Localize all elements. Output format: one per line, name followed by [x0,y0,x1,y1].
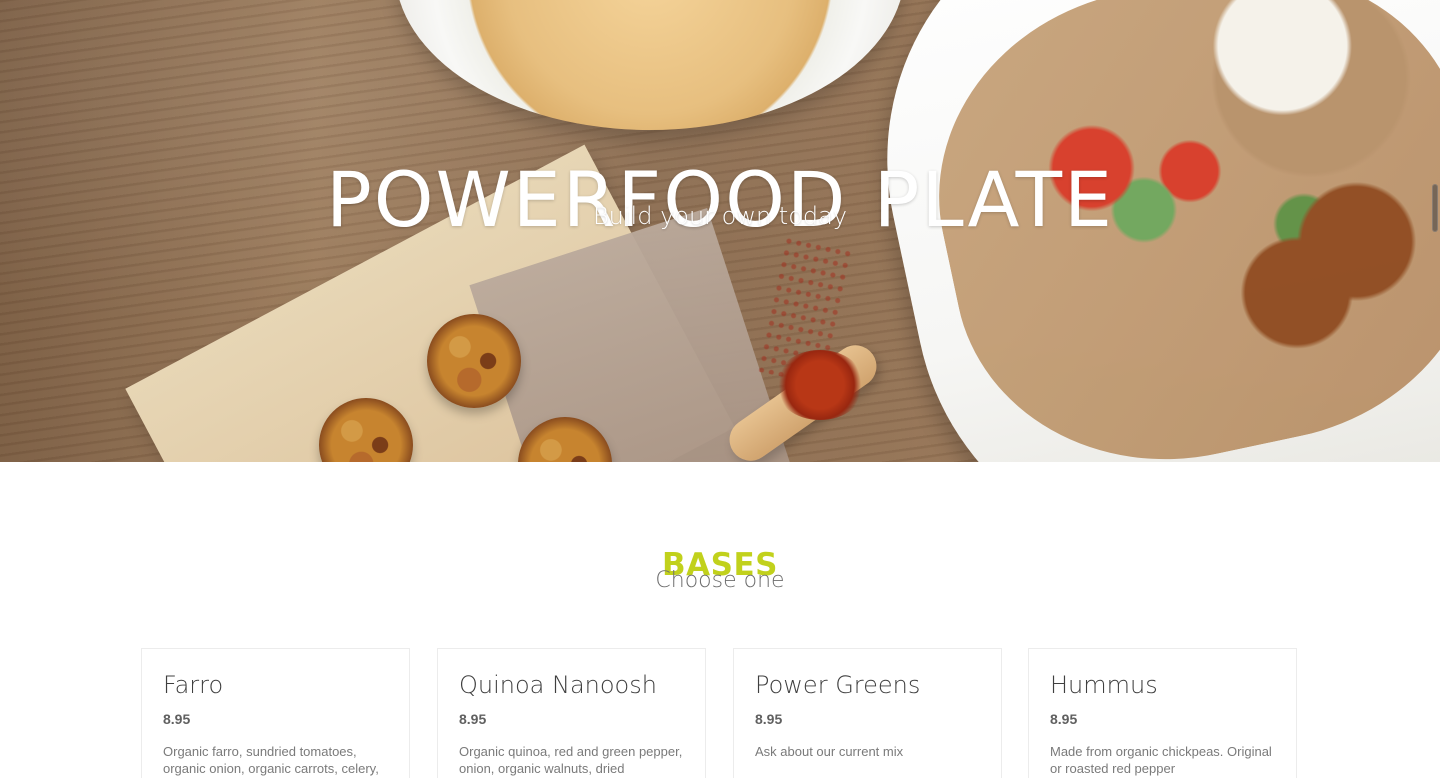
card-price: 8.95 [163,711,191,727]
falafel-image [427,314,521,408]
card-price: 8.95 [459,711,487,727]
hero-banner: POWERFOOD PLATE Build your own today [0,0,1440,462]
scrollbar-thumb-icon[interactable] [1432,184,1438,232]
base-card-power-greens[interactable]: Power Greens 8.95 Ask about our current … [733,648,1002,778]
card-description: Ask about our current mix [755,744,904,759]
hero-subtitle: Build your own today [592,202,848,230]
section-subtitle: Choose one [655,568,785,593]
paprika-image [775,350,865,420]
card-title: Hummus [1050,671,1158,699]
card-description: Organic quinoa, red and green pepper, on… [459,744,683,776]
card-title: Farro [163,671,224,699]
card-price: 8.95 [755,711,783,727]
base-card-quinoa-nanoosh[interactable]: Quinoa Nanoosh 8.95 Organic quinoa, red … [437,648,706,778]
card-description: Organic farro, sundried tomatoes, organi… [163,744,379,776]
base-card-hummus[interactable]: Hummus 8.95 Made from organic chickpeas.… [1028,648,1297,778]
card-title: Power Greens [755,671,921,699]
card-price: 8.95 [1050,711,1078,727]
base-card-farro[interactable]: Farro 8.95 Organic farro, sundried tomat… [141,648,410,778]
card-title: Quinoa Nanoosh [459,671,657,699]
card-description: Made from organic chickpeas. Original or… [1050,744,1272,776]
page: POWERFOOD PLATE Build your own today BAS… [0,0,1440,778]
base-card-row: Farro 8.95 Organic farro, sundried tomat… [141,648,1299,778]
